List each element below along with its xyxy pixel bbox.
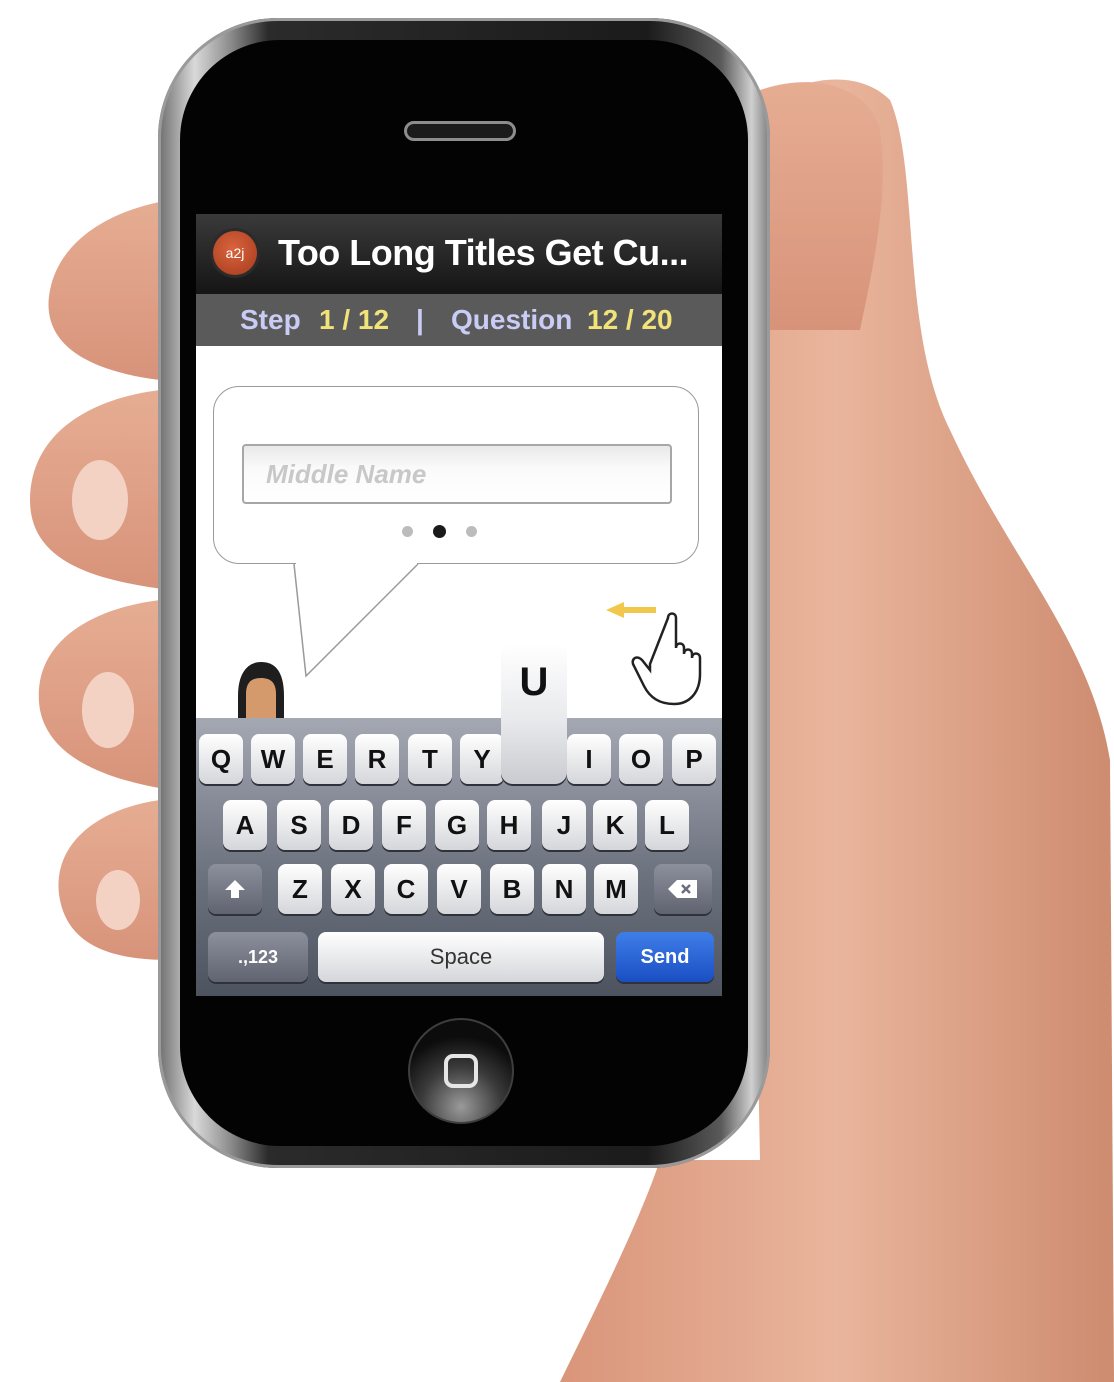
- title-bar: a2j Too Long Titles Get Cu...: [196, 214, 722, 294]
- key-t[interactable]: T: [408, 734, 452, 784]
- key-f[interactable]: F: [382, 800, 426, 850]
- swipe-arrow-icon: [606, 602, 656, 618]
- key-j[interactable]: J: [542, 800, 586, 850]
- key-k[interactable]: K: [593, 800, 637, 850]
- progress-separator: |: [416, 304, 424, 335]
- key-m[interactable]: M: [594, 864, 638, 914]
- key-b[interactable]: B: [490, 864, 534, 914]
- key-z[interactable]: Z: [278, 864, 322, 914]
- key-s[interactable]: S: [277, 800, 321, 850]
- shift-key[interactable]: [208, 864, 262, 914]
- page-dot[interactable]: [402, 526, 413, 537]
- key-a[interactable]: A: [223, 800, 267, 850]
- backspace-key[interactable]: [654, 864, 712, 914]
- key-y[interactable]: Y: [460, 734, 504, 784]
- key-w[interactable]: W: [251, 734, 295, 784]
- progress-bar: Step 1 / 12 | Question 12 / 20: [196, 294, 722, 346]
- key-u-pressed[interactable]: U: [501, 644, 567, 784]
- swipe-hand-icon: [606, 602, 702, 706]
- page-dot[interactable]: [466, 526, 477, 537]
- speaker-grille: [404, 121, 516, 141]
- step-label: Step: [240, 304, 301, 335]
- key-r[interactable]: R: [355, 734, 399, 784]
- key-c[interactable]: C: [384, 864, 428, 914]
- key-x[interactable]: X: [331, 864, 375, 914]
- backspace-icon: [668, 880, 697, 898]
- shift-icon: [225, 880, 245, 898]
- space-key[interactable]: Space: [318, 932, 604, 982]
- key-e[interactable]: E: [303, 734, 347, 784]
- numbers-key[interactable]: .,123: [208, 932, 308, 982]
- page-dot-active[interactable]: [433, 525, 446, 538]
- key-i[interactable]: I: [567, 734, 611, 784]
- question-area: [196, 346, 722, 730]
- question-value: 12 / 20: [587, 304, 673, 335]
- send-button[interactable]: Send: [616, 932, 714, 982]
- key-h[interactable]: H: [487, 800, 531, 850]
- phone-screen: a2j Too Long Titles Get Cu... Step 1 / 1…: [196, 214, 722, 996]
- on-screen-keyboard: Q W E R T Y U I O P A S D F G H J K L Z …: [196, 644, 722, 996]
- key-p[interactable]: P: [672, 734, 716, 784]
- page-title: Too Long Titles Get Cu...: [278, 232, 689, 273]
- key-l[interactable]: L: [645, 800, 689, 850]
- home-button-icon[interactable]: [408, 1018, 514, 1124]
- key-v[interactable]: V: [437, 864, 481, 914]
- question-label: Question: [451, 304, 573, 335]
- app-logo-icon[interactable]: a2j: [213, 231, 257, 275]
- step-value: 1 / 12: [319, 304, 390, 335]
- key-g[interactable]: G: [435, 800, 479, 850]
- key-d[interactable]: D: [329, 800, 373, 850]
- middle-name-input[interactable]: [242, 444, 672, 504]
- key-n[interactable]: N: [542, 864, 586, 914]
- key-o[interactable]: O: [619, 734, 663, 784]
- key-q[interactable]: Q: [199, 734, 243, 784]
- home-square-icon: [444, 1054, 478, 1088]
